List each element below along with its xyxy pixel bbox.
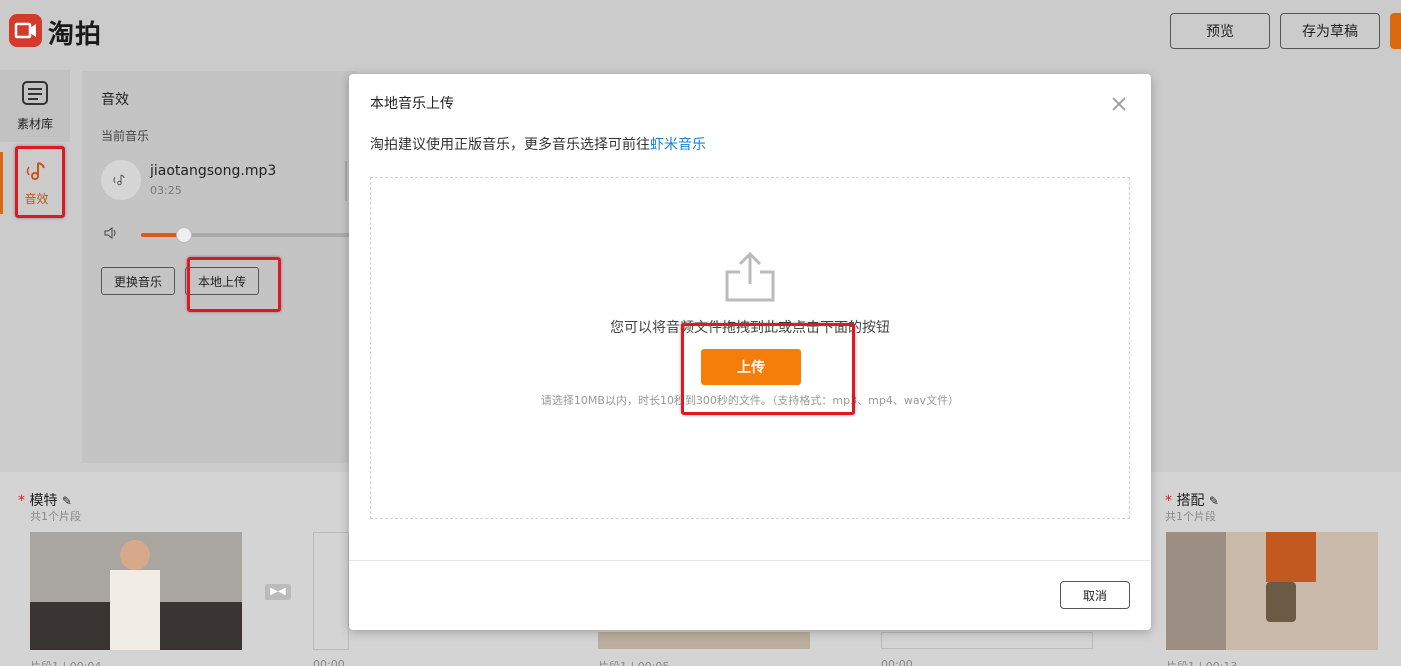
thumbnail-bag [1266, 582, 1296, 622]
highlight-box-upload [681, 323, 855, 415]
clip-caption: 片段1 | 00:05 [598, 658, 669, 666]
cancel-button[interactable]: 取消 [1060, 581, 1130, 609]
upload-icon [723, 251, 777, 306]
copyright-notice: 淘拍建议使用正版音乐，更多音乐选择可前往虾米音乐 [370, 134, 706, 154]
clip-thumbnail-partial[interactable] [598, 632, 810, 649]
thumbnail-skirt [1266, 532, 1316, 582]
model-section-title: * 模特 ✎ [18, 493, 72, 509]
thumbnail-curtain [1166, 532, 1226, 650]
highlight-box-local-upload [187, 257, 281, 312]
publish-button[interactable] [1390, 13, 1401, 49]
edit-icon[interactable]: ✎ [1209, 494, 1219, 508]
model-title: 模特 [29, 493, 58, 509]
disc-icon [101, 160, 141, 200]
panel-title: 音效 [101, 92, 129, 108]
preview-button[interactable]: 预览 [1170, 13, 1270, 49]
change-music-button[interactable]: 更换音乐 [101, 267, 175, 295]
volume-icon[interactable] [103, 226, 119, 244]
track-duration: 03:25 [150, 184, 182, 197]
close-icon[interactable] [1111, 96, 1127, 116]
sidebar-item-label: 素材库 [16, 117, 53, 131]
save-draft-button[interactable]: 存为草稿 [1280, 13, 1380, 49]
xiami-music-link[interactable]: 虾米音乐 [650, 137, 706, 153]
track-name: jiaotangsong.mp3 [150, 163, 277, 179]
dialog-title: 本地音乐上传 [370, 96, 454, 112]
match-clip-thumbnail[interactable] [1166, 532, 1378, 650]
notice-text: 淘拍建议使用正版音乐，更多音乐选择可前往 [370, 137, 650, 153]
logo-text: 淘拍 [48, 20, 103, 50]
divider [345, 161, 347, 201]
current-music-label: 当前音乐 [101, 129, 150, 143]
match-section-title: * 搭配 ✎ [1165, 493, 1219, 509]
model-count: 共1个片段 [30, 510, 81, 523]
footer-divider [349, 560, 1151, 561]
top-bar: 淘拍 预览 存为草稿 [0, 0, 1401, 62]
sidebar-item-library[interactable]: 素材库 [0, 70, 70, 142]
volume-handle[interactable] [176, 227, 193, 243]
person-figure [120, 540, 150, 570]
clip-caption: 片段1 | 00:13 [1166, 658, 1237, 666]
match-title: 搭配 [1176, 493, 1205, 509]
clip-caption: 00:00 [881, 658, 913, 666]
transition-icon[interactable]: ▶◀ [265, 584, 291, 600]
logo-icon [9, 14, 42, 47]
clip-caption: 00:00 [313, 658, 345, 666]
edit-icon[interactable]: ✎ [62, 494, 72, 508]
clip-caption: 片段1 | 00:04 [30, 658, 101, 666]
person-body [110, 570, 160, 650]
volume-slider[interactable] [141, 227, 357, 243]
empty-clip-slot-2[interactable] [881, 632, 1093, 649]
model-clip-thumbnail[interactable] [30, 532, 242, 650]
empty-clip-slot[interactable] [313, 532, 349, 650]
match-count: 共1个片段 [1165, 510, 1216, 523]
list-icon [21, 80, 49, 109]
highlight-box-audio-tab [15, 146, 65, 218]
